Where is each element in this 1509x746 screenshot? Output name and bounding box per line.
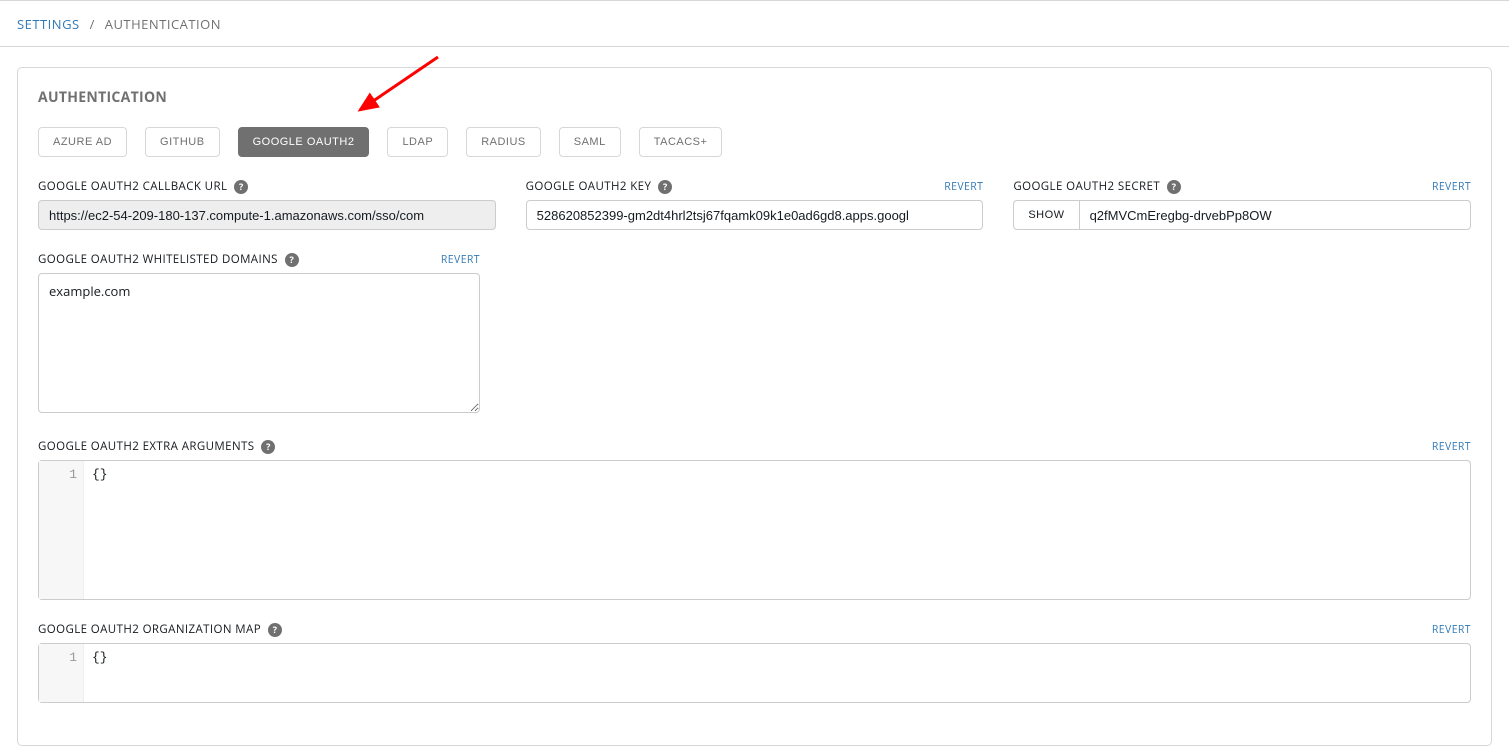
- help-icon[interactable]: ?: [234, 180, 248, 194]
- field-callback-url: GOOGLE OAUTH2 CALLBACK URL ?: [38, 179, 496, 230]
- breadcrumb-current: AUTHENTICATION: [105, 15, 221, 33]
- oauth-key-label: GOOGLE OAUTH2 KEY ?: [526, 179, 673, 194]
- extra-args-label: GOOGLE OAUTH2 EXTRA ARGUMENTS ?: [38, 439, 275, 454]
- extra-args-label-text: GOOGLE OAUTH2 EXTRA ARGUMENTS: [38, 439, 254, 454]
- whitelisted-textarea[interactable]: [38, 273, 480, 413]
- tab-radius[interactable]: RADIUS: [466, 127, 541, 157]
- whitelisted-label-text: GOOGLE OAUTH2 WHITELISTED DOMAINS: [38, 252, 278, 267]
- tab-tacacs[interactable]: TACACS+: [639, 127, 723, 157]
- whitelisted-label: GOOGLE OAUTH2 WHITELISTED DOMAINS ?: [38, 252, 299, 267]
- org-map-label-text: GOOGLE OAUTH2 ORGANIZATION MAP: [38, 622, 261, 637]
- oauth-key-input[interactable]: [526, 200, 984, 230]
- callback-url-label: GOOGLE OAUTH2 CALLBACK URL ?: [38, 179, 248, 194]
- help-icon[interactable]: ?: [285, 253, 299, 267]
- tab-google-oauth2[interactable]: GOOGLE OAUTH2: [238, 127, 370, 157]
- whitelisted-revert[interactable]: REVERT: [441, 253, 480, 267]
- tab-azure-ad[interactable]: AZURE AD: [38, 127, 127, 157]
- code-gutter: 1: [39, 461, 84, 599]
- help-icon[interactable]: ?: [1167, 180, 1181, 194]
- authentication-panel: AUTHENTICATION AZURE AD GITHUB GOOGLE OA…: [17, 67, 1492, 746]
- help-icon[interactable]: ?: [268, 623, 282, 637]
- tab-github[interactable]: GITHUB: [145, 127, 220, 157]
- breadcrumb-settings-link[interactable]: SETTINGS: [17, 15, 80, 33]
- panel-title: AUTHENTICATION: [38, 88, 1471, 107]
- field-whitelisted-domains: GOOGLE OAUTH2 WHITELISTED DOMAINS ? REVE…: [38, 252, 1471, 417]
- field-organization-map: GOOGLE OAUTH2 ORGANIZATION MAP ? REVERT …: [38, 622, 1471, 703]
- field-oauth-key: GOOGLE OAUTH2 KEY ? REVERT: [526, 179, 984, 230]
- breadcrumb-separator: /: [84, 15, 101, 33]
- field-extra-arguments: GOOGLE OAUTH2 EXTRA ARGUMENTS ? REVERT 1…: [38, 439, 1471, 600]
- tab-ldap[interactable]: LDAP: [387, 127, 448, 157]
- extra-args-code-editor[interactable]: 1 {}: [38, 460, 1471, 600]
- org-map-code-editor[interactable]: 1 {}: [38, 643, 1471, 703]
- field-oauth-secret: GOOGLE OAUTH2 SECRET ? REVERT SHOW: [1013, 179, 1471, 230]
- code-gutter: 1: [39, 644, 84, 702]
- breadcrumb: SETTINGS / AUTHENTICATION: [0, 0, 1509, 47]
- oauth-secret-label-text: GOOGLE OAUTH2 SECRET: [1013, 179, 1160, 194]
- oauth-secret-label: GOOGLE OAUTH2 SECRET ?: [1013, 179, 1181, 194]
- callback-url-label-text: GOOGLE OAUTH2 CALLBACK URL: [38, 179, 227, 194]
- oauth-secret-revert[interactable]: REVERT: [1432, 180, 1471, 194]
- extra-args-revert[interactable]: REVERT: [1432, 440, 1471, 454]
- org-map-revert[interactable]: REVERT: [1432, 623, 1471, 637]
- auth-tabs: AZURE AD GITHUB GOOGLE OAUTH2 LDAP RADIU…: [38, 127, 1471, 157]
- oauth-secret-input[interactable]: [1079, 200, 1471, 230]
- code-body[interactable]: {}: [84, 461, 1470, 599]
- org-map-label: GOOGLE OAUTH2 ORGANIZATION MAP ?: [38, 622, 282, 637]
- code-body[interactable]: {}: [84, 644, 1470, 702]
- show-secret-button[interactable]: SHOW: [1013, 200, 1078, 230]
- help-icon[interactable]: ?: [658, 180, 672, 194]
- oauth-key-revert[interactable]: REVERT: [944, 180, 983, 194]
- tab-saml[interactable]: SAML: [559, 127, 621, 157]
- callback-url-input: [38, 200, 496, 230]
- help-icon[interactable]: ?: [261, 440, 275, 454]
- oauth-key-label-text: GOOGLE OAUTH2 KEY: [526, 179, 652, 194]
